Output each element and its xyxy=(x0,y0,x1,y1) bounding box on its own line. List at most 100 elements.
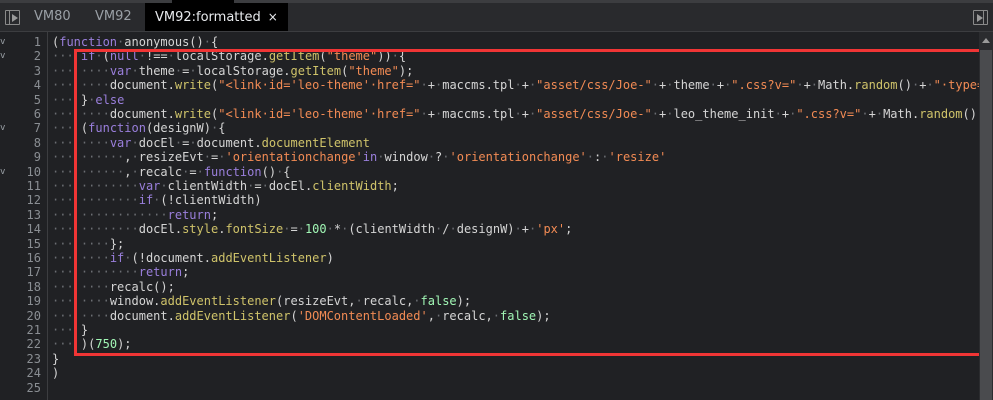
code-line[interactable]: 3 ··· ····var·theme·=·localStorage.getIte… xyxy=(0,64,979,78)
line-number[interactable]: 17 xyxy=(0,265,41,279)
code-line[interactable]: 2 ··· if·(null·!==·localStorage.getItem("… xyxy=(0,49,979,63)
code-line[interactable]: 16 ··· ····if·(!document.addEventListener… xyxy=(0,251,979,265)
tab-vm80[interactable]: VM80 xyxy=(24,3,81,31)
line-number[interactable]: 6 xyxy=(0,107,41,121)
scrollbar-thumb[interactable] xyxy=(980,50,992,400)
code-line[interactable]: 9 ··· ······,·resizeEvt·=·'orientationcha… xyxy=(0,150,979,164)
code-token: ··· xyxy=(52,251,74,265)
tab-vm92[interactable]: VM92 xyxy=(85,3,142,31)
code-line[interactable]: 14 ··· ········docEl.style.fontSize·=·100… xyxy=(0,222,979,236)
code-token: · xyxy=(514,222,522,237)
code-line[interactable]: 21 ··· } xyxy=(0,323,979,337)
code-line[interactable]: 5 ··· }·else xyxy=(0,93,979,107)
line-number[interactable]: 9 xyxy=(0,150,41,164)
code-token: · xyxy=(810,78,819,93)
line-number[interactable]: 8 xyxy=(0,136,41,150)
code-token: ".css?v=" xyxy=(731,78,797,93)
code-line[interactable]: 19 ··· ····window.addEventListener(resize… xyxy=(0,294,979,308)
code-token: 'resize' xyxy=(608,150,667,165)
code-line[interactable]: 24) xyxy=(0,366,979,380)
line-number[interactable]: 5 xyxy=(0,93,41,107)
line-number[interactable]: 3 xyxy=(0,64,41,78)
tab-vm92-formatted[interactable]: VM92:formatted × xyxy=(145,3,288,31)
line-number[interactable]: 16 xyxy=(0,251,41,265)
line-number[interactable]: 20 xyxy=(0,309,41,323)
code-token: getItem xyxy=(268,49,320,64)
code-line[interactable]: 15 ··· ····}; xyxy=(0,237,979,251)
code-token: false xyxy=(420,294,457,309)
close-icon[interactable]: × xyxy=(268,10,278,24)
code-line[interactable]: 6 ··· ····document.write("<link·id='leo-t… xyxy=(0,107,979,121)
code-line[interactable]: 25 xyxy=(0,381,979,395)
line-number[interactable]: 21 xyxy=(0,323,41,337)
code-token: ··· xyxy=(52,308,74,323)
code-line[interactable]: 13 ··· ············return; xyxy=(0,208,979,222)
code-line[interactable]: 10 ··· ······,·recalc·=·function()·{ xyxy=(0,165,979,179)
code-token: ······ xyxy=(80,150,125,165)
vertical-scrollbar[interactable] xyxy=(979,32,993,400)
code-token: ········ xyxy=(80,265,139,280)
code-token: * xyxy=(333,222,342,237)
code-line[interactable]: 8 ··· ····var·docEl·=·document.documentEl… xyxy=(0,136,979,150)
line-number[interactable]: 12 xyxy=(0,193,41,207)
fold-arrow-icon[interactable]: v xyxy=(0,37,8,47)
code-line[interactable]: 23} xyxy=(0,352,979,366)
code-token: · xyxy=(875,107,884,121)
code-token: ··· xyxy=(52,193,74,208)
code-token: ( xyxy=(319,49,327,64)
line-number[interactable]: 15 xyxy=(0,237,41,251)
code-line[interactable]: 7 ··· (function(designW)·{ xyxy=(0,121,979,135)
code-token: }; xyxy=(109,236,125,251)
code-token: · xyxy=(297,222,305,237)
fold-arrow-icon[interactable]: v xyxy=(0,167,8,177)
code-line[interactable]: 12 ··· ········if·(!clientWidth) xyxy=(0,193,979,207)
code-token: { xyxy=(283,164,291,179)
code-token: ··· xyxy=(52,323,74,337)
scroll-up-icon[interactable] xyxy=(982,38,990,43)
code-token: + xyxy=(427,107,435,121)
toggle-navigator-icon[interactable] xyxy=(5,10,20,25)
code-line[interactable]: 20 ··· ····document.addEventListener('DOM… xyxy=(0,309,979,323)
code-token: ···· xyxy=(80,236,110,251)
line-number[interactable]: 23 xyxy=(0,352,41,366)
code-token: var xyxy=(109,135,132,150)
code-token: fontSize xyxy=(225,222,284,237)
line-number[interactable]: 25 xyxy=(0,381,41,395)
line-number[interactable]: 14 xyxy=(0,222,41,236)
code-line[interactable]: 22 ··· )(750); xyxy=(0,337,979,351)
code-token: theme xyxy=(673,78,710,93)
line-number[interactable]: 13 xyxy=(0,208,41,222)
code-token: , xyxy=(427,308,435,323)
code-line[interactable]: 4 ··· ····document.write("<link·id='leo-t… xyxy=(0,78,979,92)
code-editor[interactable]: 1 (function·anonymous()·{2 ··· if·(null·!=… xyxy=(0,32,979,400)
code-token: ···· xyxy=(80,135,110,150)
code-token: maccms.tpl xyxy=(442,107,515,121)
code-token: ··· xyxy=(52,265,74,280)
code-line[interactable]: 11 ··· ········var·clientWidth·=·docEl.cl… xyxy=(0,179,979,193)
toggle-debugger-icon[interactable] xyxy=(973,10,988,25)
code-line[interactable]: 1 (function·anonymous()·{ xyxy=(0,35,979,49)
line-number[interactable]: 18 xyxy=(0,280,41,294)
code-token: (!document. xyxy=(131,251,211,265)
line-number[interactable]: 19 xyxy=(0,294,41,308)
code-token: addEventListener xyxy=(211,251,327,265)
code-token: · xyxy=(189,135,197,150)
code-token: Math. xyxy=(883,107,920,121)
fold-arrow-icon[interactable]: v xyxy=(0,123,8,133)
code-token: leo_theme_init xyxy=(673,107,775,121)
line-number[interactable]: 11 xyxy=(0,179,41,193)
line-number[interactable]: 4 xyxy=(0,78,41,92)
line-number[interactable]: 22 xyxy=(0,337,41,351)
code-token: document. xyxy=(109,308,175,323)
code-line[interactable]: 17 ··· ········return; xyxy=(0,265,979,279)
fold-arrow-icon[interactable]: v xyxy=(0,51,8,61)
code-line[interactable]: 18 ··· ····recalc(); xyxy=(0,280,979,294)
code-token: ; xyxy=(210,207,219,222)
code-token: ··· xyxy=(52,179,74,193)
line-number[interactable]: 24 xyxy=(0,366,41,380)
